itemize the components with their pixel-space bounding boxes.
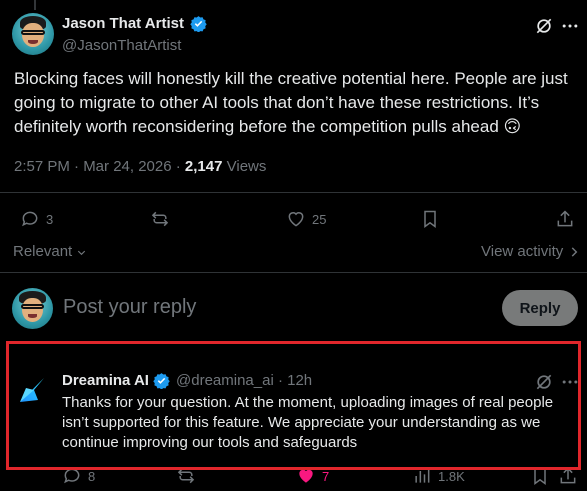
sort-dropdown[interactable]: Relevant <box>13 243 87 260</box>
chevron-down-icon <box>78 250 86 255</box>
bookmark-icon <box>534 470 546 485</box>
reply-input[interactable]: Post your reply <box>63 296 196 319</box>
repost-icon <box>151 211 169 227</box>
view-activity-link[interactable]: View activity <box>481 243 581 260</box>
like-button[interactable]: 25 <box>286 209 326 229</box>
reply-count: 3 <box>46 211 54 227</box>
sort-label: Relevant <box>13 243 73 260</box>
reply-button[interactable]: 8 <box>62 470 95 486</box>
views-button[interactable]: 1.8K <box>412 470 465 486</box>
views-label: Views <box>222 158 267 175</box>
views-icon <box>415 470 430 483</box>
reply-author-name[interactable]: Dreamina AI <box>62 372 149 389</box>
bookmark-icon <box>424 210 436 228</box>
arrow-right-icon <box>572 247 578 257</box>
reply-time[interactable]: · 12h <box>274 372 312 389</box>
more-icon[interactable] <box>560 16 580 36</box>
view-activity-label: View activity <box>481 243 564 260</box>
dreamina-logo-icon[interactable] <box>16 374 48 406</box>
like-count: 7 <box>322 470 330 484</box>
reply-handle[interactable]: @dreamina_ai <box>176 372 274 389</box>
verified-icon <box>153 373 170 389</box>
share-icon <box>557 210 573 227</box>
reply-icon <box>22 211 38 227</box>
divider <box>0 192 587 193</box>
grok-icon[interactable] <box>534 16 554 36</box>
reply-text: Thanks for your question. At the moment,… <box>62 394 554 451</box>
author-avatar[interactable] <box>12 13 54 55</box>
more-icon[interactable] <box>560 372 580 392</box>
repost-button[interactable] <box>176 470 196 486</box>
reply-author-handle: @dreamina_ai · 12h <box>176 372 312 389</box>
tweet-text: Blocking faces will honestly kill the cr… <box>14 69 568 136</box>
like-count: 25 <box>312 211 327 227</box>
verified-icon <box>190 16 207 32</box>
share-button[interactable] <box>558 470 578 486</box>
reply-submit-button[interactable]: Reply <box>502 290 578 326</box>
repost-icon <box>177 470 195 484</box>
like-icon <box>299 470 313 483</box>
author-handle[interactable]: @JasonThatArtist <box>62 37 181 54</box>
reply-action-bar: 8 7 1.8K <box>0 470 587 491</box>
grok-icon[interactable] <box>534 372 554 392</box>
tweet-meta: 2:57 PM · Mar 24, 2026 · 2,147 Views <box>14 158 266 175</box>
reply-icon <box>64 470 80 484</box>
user-avatar <box>12 288 53 329</box>
bookmark-button[interactable] <box>530 470 550 486</box>
views-count: 2,147 <box>184 158 223 175</box>
tweet-timestamp[interactable]: 2:57 PM · Mar 24, 2026 · <box>14 158 185 175</box>
reply-count: 8 <box>88 470 96 484</box>
like-button[interactable]: 7 <box>296 470 329 486</box>
thread-line <box>34 0 36 10</box>
like-icon <box>288 212 304 227</box>
share-icon <box>560 470 576 484</box>
views-count: 1.8K <box>438 470 465 484</box>
author-name[interactable]: Jason That Artist <box>62 15 184 32</box>
share-button[interactable] <box>555 209 575 229</box>
reply-button[interactable]: 3 <box>20 209 53 229</box>
bookmark-button[interactable] <box>420 209 440 229</box>
repost-button[interactable] <box>150 209 170 229</box>
divider <box>0 272 587 273</box>
